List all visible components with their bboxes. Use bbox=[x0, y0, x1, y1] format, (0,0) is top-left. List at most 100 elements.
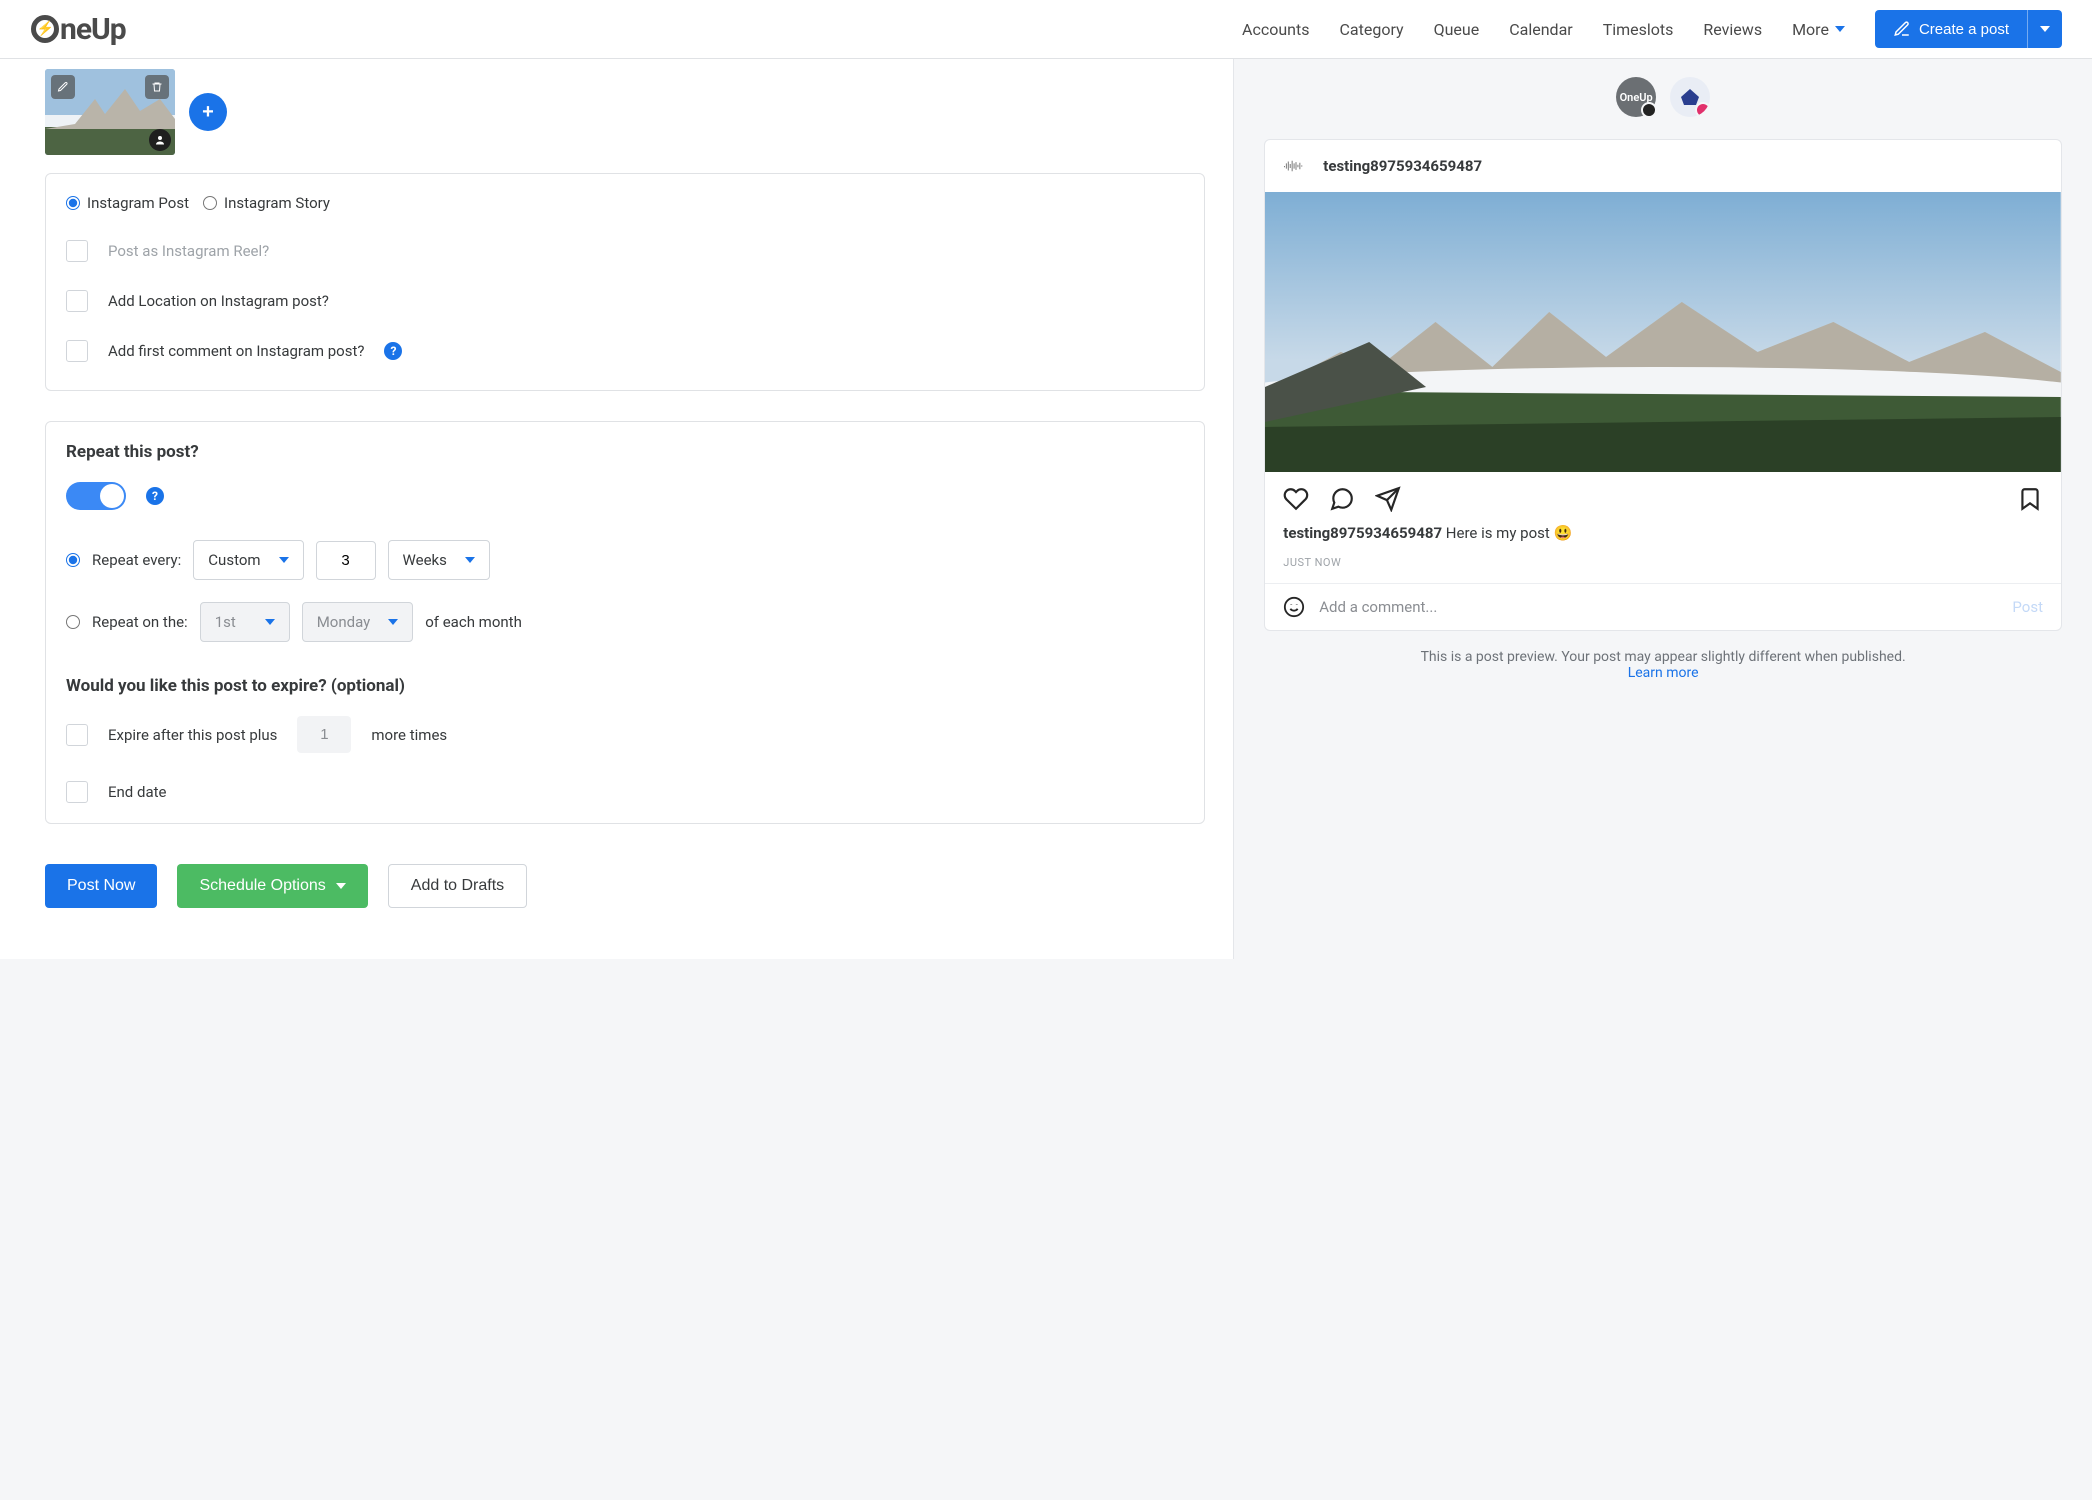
help-icon[interactable]: ? bbox=[146, 487, 164, 505]
nav-timeslots[interactable]: Timeslots bbox=[1603, 20, 1674, 39]
expire-enddate-row: End date bbox=[66, 781, 1184, 803]
preview-action-row bbox=[1265, 472, 2061, 518]
add-media-button[interactable]: + bbox=[189, 93, 227, 131]
post-now-button[interactable]: Post Now bbox=[45, 864, 157, 908]
repeat-mode-value: Custom bbox=[208, 551, 260, 569]
instagram-badge-icon bbox=[1695, 102, 1710, 117]
chevron-down-icon bbox=[265, 619, 275, 625]
help-icon[interactable]: ? bbox=[384, 342, 402, 360]
expire-after-checkbox[interactable] bbox=[66, 724, 88, 746]
composer-column: + Instagram Post Instagram Story Post as… bbox=[0, 59, 1234, 959]
edit-media-button[interactable] bbox=[51, 75, 75, 99]
schedule-options-button[interactable]: Schedule Options bbox=[177, 864, 367, 908]
create-post-dropdown[interactable] bbox=[2027, 10, 2062, 48]
waveform-icon bbox=[1283, 156, 1309, 176]
repeat-toggle-row: ? bbox=[66, 482, 1184, 510]
post-type-post-radio[interactable] bbox=[66, 196, 80, 210]
chevron-down-icon bbox=[336, 883, 346, 889]
option-reel-checkbox[interactable] bbox=[66, 240, 88, 262]
main-layout: + Instagram Post Instagram Story Post as… bbox=[0, 59, 2092, 999]
preview-note: This is a post preview. Your post may ap… bbox=[1264, 649, 2062, 681]
option-location-row: Add Location on Instagram post? bbox=[66, 290, 1184, 312]
expire-after-prefix: Expire after this post plus bbox=[108, 726, 277, 744]
post-type-story-label: Instagram Story bbox=[224, 194, 330, 212]
create-post-button[interactable]: Create a post bbox=[1875, 10, 2027, 48]
account-avatar-bird[interactable] bbox=[1670, 77, 1710, 117]
post-type-story-radio[interactable] bbox=[203, 196, 217, 210]
learn-more-link[interactable]: Learn more bbox=[1628, 665, 1699, 681]
preview-caption: testing8975934659487 Here is my post 😃 bbox=[1265, 518, 2061, 548]
delete-media-button[interactable] bbox=[145, 75, 169, 99]
repeat-day-select[interactable]: Monday bbox=[302, 602, 414, 642]
comment-input-placeholder[interactable]: Add a comment... bbox=[1319, 598, 1998, 616]
share-icon[interactable] bbox=[1375, 486, 1401, 512]
media-thumbnail[interactable] bbox=[45, 69, 175, 155]
expire-after-row: Expire after this post plus more times bbox=[66, 716, 1184, 753]
preview-image bbox=[1265, 192, 2061, 472]
preview-comment-row: Add a comment... Post bbox=[1265, 583, 2061, 630]
repeat-mode-select[interactable]: Custom bbox=[193, 540, 303, 580]
option-first-comment-row: Add first comment on Instagram post? ? bbox=[66, 340, 1184, 362]
preview-column: OneUp testing8975934659487 bbox=[1254, 59, 2092, 959]
repeat-unit-select[interactable]: Weeks bbox=[388, 540, 490, 580]
emoji-icon[interactable] bbox=[1283, 596, 1305, 618]
preview-post-link: Post bbox=[2012, 598, 2043, 616]
repeat-every-radio[interactable] bbox=[66, 553, 80, 567]
nav-accounts[interactable]: Accounts bbox=[1242, 20, 1309, 39]
bookmark-icon[interactable] bbox=[2017, 486, 2043, 512]
repeat-card: Repeat this post? ? Repeat every: Custom… bbox=[45, 421, 1205, 824]
account-avatar-oneup[interactable]: OneUp bbox=[1616, 77, 1656, 117]
comment-icon[interactable] bbox=[1329, 486, 1355, 512]
caption-emoji: 😃 bbox=[1554, 524, 1573, 542]
post-type-post-label: Instagram Post bbox=[87, 194, 189, 212]
instagram-badge-icon bbox=[1641, 102, 1657, 118]
nav-reviews[interactable]: Reviews bbox=[1703, 20, 1762, 39]
expire-count-input[interactable] bbox=[297, 716, 351, 753]
create-post-label: Create a post bbox=[1919, 21, 2009, 38]
toggle-knob bbox=[100, 484, 124, 508]
nav-more[interactable]: More bbox=[1792, 20, 1845, 39]
schedule-options-label: Schedule Options bbox=[199, 877, 325, 895]
media-row: + bbox=[45, 69, 1205, 155]
caption-text: Here is my post bbox=[1446, 524, 1550, 542]
main-nav: Accounts Category Queue Calendar Timeslo… bbox=[1242, 10, 2062, 48]
chevron-down-icon bbox=[1835, 26, 1845, 32]
repeat-toggle[interactable] bbox=[66, 482, 126, 510]
action-bar: Post Now Schedule Options Add to Drafts bbox=[45, 864, 1205, 908]
option-reel-row: Post as Instagram Reel? bbox=[66, 240, 1184, 262]
chevron-down-icon bbox=[2040, 26, 2050, 32]
trash-icon bbox=[151, 81, 163, 93]
post-type-radio-group: Instagram Post Instagram Story bbox=[66, 194, 1184, 212]
preview-note-text: This is a post preview. Your post may ap… bbox=[1421, 649, 1906, 665]
expire-enddate-checkbox[interactable] bbox=[66, 781, 88, 803]
preview-left-icons bbox=[1283, 486, 1401, 512]
nav-more-label: More bbox=[1792, 20, 1829, 39]
repeat-on-row: Repeat on the: 1st Monday of each month bbox=[66, 602, 1184, 642]
nav-calendar[interactable]: Calendar bbox=[1509, 20, 1572, 39]
brand-logo: ⚡neUp bbox=[30, 12, 126, 47]
add-to-drafts-button[interactable]: Add to Drafts bbox=[388, 864, 527, 908]
user-icon bbox=[154, 134, 166, 146]
expire-after-suffix: more times bbox=[371, 726, 447, 744]
nav-queue[interactable]: Queue bbox=[1434, 20, 1480, 39]
chevron-down-icon bbox=[465, 557, 475, 563]
repeat-unit-value: Weeks bbox=[403, 551, 447, 569]
chevron-down-icon bbox=[279, 557, 289, 563]
expire-title: Would you like this post to expire? (opt… bbox=[66, 676, 1184, 696]
repeat-interval-input[interactable] bbox=[316, 541, 376, 580]
preview-header: testing8975934659487 bbox=[1265, 140, 2061, 192]
option-first-comment-checkbox[interactable] bbox=[66, 340, 88, 362]
nav-category[interactable]: Category bbox=[1340, 20, 1404, 39]
create-post-group: Create a post bbox=[1875, 10, 2062, 48]
post-type-story[interactable]: Instagram Story bbox=[203, 194, 330, 212]
tag-user-button[interactable] bbox=[149, 129, 171, 151]
caption-username: testing8975934659487 bbox=[1283, 524, 1442, 542]
heart-icon[interactable] bbox=[1283, 486, 1309, 512]
option-location-checkbox[interactable] bbox=[66, 290, 88, 312]
repeat-on-suffix: of each month bbox=[425, 613, 522, 631]
post-type-post[interactable]: Instagram Post bbox=[66, 194, 189, 212]
option-location-label: Add Location on Instagram post? bbox=[108, 292, 329, 310]
repeat-ordinal-select[interactable]: 1st bbox=[200, 602, 290, 642]
repeat-on-label: Repeat on the: bbox=[92, 613, 188, 631]
repeat-on-radio[interactable] bbox=[66, 615, 80, 629]
